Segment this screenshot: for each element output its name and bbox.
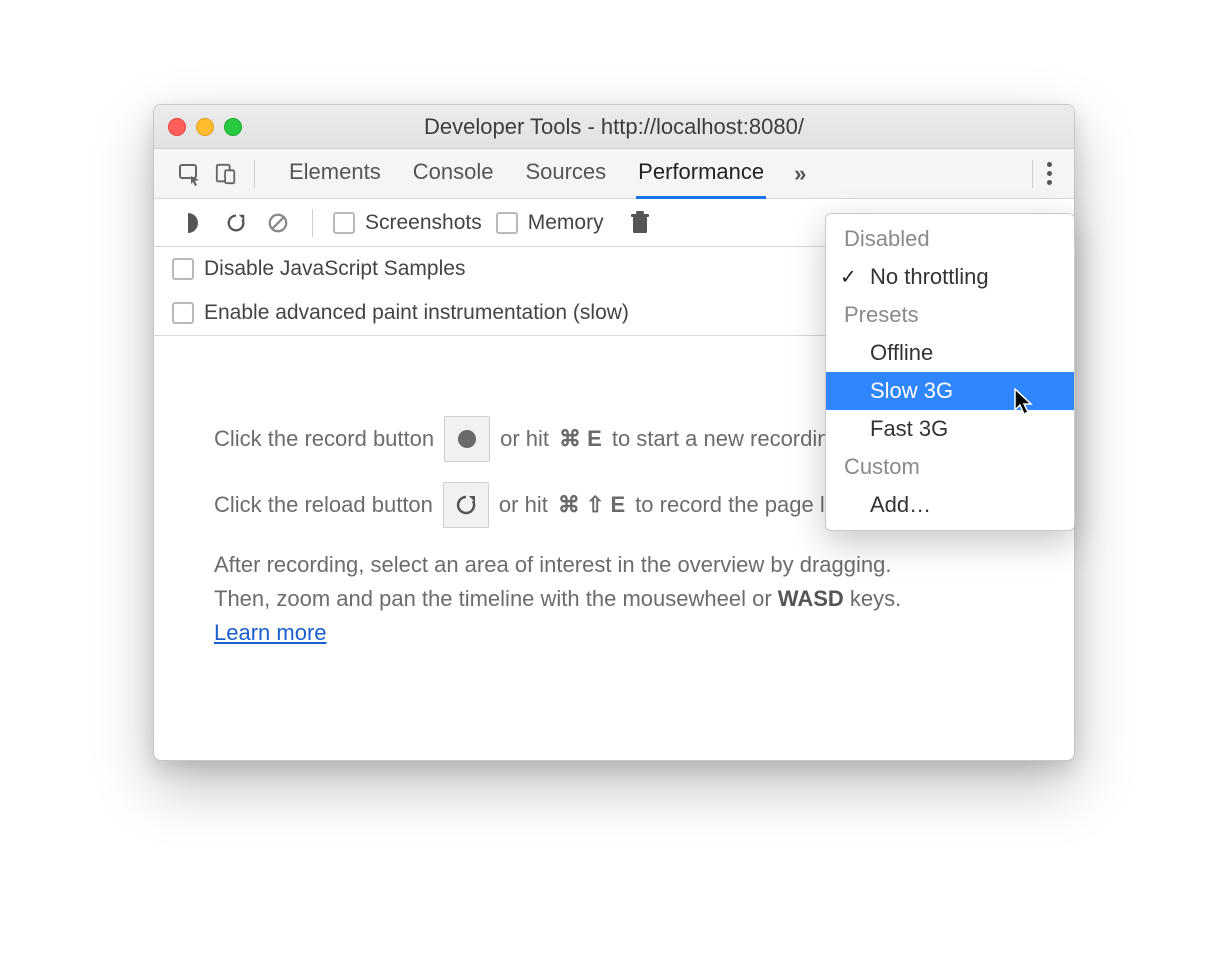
dropdown-item-add[interactable]: Add… (826, 486, 1074, 524)
screenshots-checkbox[interactable]: Screenshots (333, 211, 482, 235)
network-throttling-dropdown: Disabled ✓ No throttling Presets Offline… (825, 213, 1075, 531)
divider (1032, 160, 1033, 188)
tab-sources[interactable]: Sources (523, 149, 608, 198)
window-title: Developer Tools - http://localhost:8080/ (154, 114, 1074, 140)
item-label: No throttling (870, 264, 989, 289)
tab-performance[interactable]: Performance (636, 149, 766, 199)
learn-more-link[interactable]: Learn more (214, 620, 327, 645)
garbage-collect-icon[interactable] (626, 209, 654, 237)
text: to start a new recording. (612, 422, 848, 456)
tab-elements[interactable]: Elements (287, 149, 383, 198)
dropdown-section-disabled: Disabled (826, 220, 1074, 258)
record-button[interactable] (444, 416, 490, 462)
check-icon: ✓ (840, 265, 857, 290)
text-line: Then, zoom and pan the timeline with the… (214, 582, 1014, 616)
checkbox-icon (172, 302, 194, 324)
item-label: Slow 3G (870, 378, 953, 403)
device-toggle-icon[interactable] (212, 160, 240, 188)
dropdown-item-slow-3g[interactable]: Slow 3G (826, 372, 1074, 410)
enable-paint-checkbox[interactable]: Enable advanced paint instrumentation (s… (172, 301, 629, 325)
text: keys. (844, 586, 901, 611)
close-window-button[interactable] (168, 118, 186, 136)
overview-instruction: After recording, select an area of inter… (214, 548, 1014, 650)
text: Then, zoom and pan the timeline with the… (214, 586, 778, 611)
checkbox-icon (496, 212, 518, 234)
divider (312, 209, 313, 237)
text: After recording, select an area of inter… (214, 548, 1014, 582)
dropdown-section-presets: Presets (826, 296, 1074, 334)
clear-icon[interactable] (264, 209, 292, 237)
tabs-bar: Elements Console Sources Performance » (154, 149, 1074, 199)
text: or hit (499, 488, 548, 522)
dropdown-item-no-throttling[interactable]: ✓ No throttling (826, 258, 1074, 296)
keyboard-shortcut: ⌘ E (559, 422, 602, 456)
panel-tabs: Elements Console Sources Performance (287, 149, 766, 198)
record-icon[interactable] (180, 209, 208, 237)
item-label: Add… (870, 492, 931, 517)
keyboard-shortcut: ⌘ ⇧ E (558, 488, 625, 522)
text: Click the record button (214, 422, 434, 456)
minimize-window-button[interactable] (196, 118, 214, 136)
dropdown-item-fast-3g[interactable]: Fast 3G (826, 410, 1074, 448)
memory-checkbox[interactable]: Memory (496, 211, 604, 235)
disable-js-samples-checkbox[interactable]: Disable JavaScript Samples (172, 257, 465, 281)
overflow-menu-button[interactable] (1047, 162, 1052, 185)
dropdown-section-custom: Custom (826, 448, 1074, 486)
reload-icon[interactable] (222, 209, 250, 237)
disable-js-label: Disable JavaScript Samples (204, 257, 465, 281)
wasd-keys: WASD (778, 586, 844, 611)
checkbox-icon (172, 258, 194, 280)
item-label: Offline (870, 340, 933, 365)
traffic-lights (168, 118, 242, 136)
titlebar: Developer Tools - http://localhost:8080/ (154, 105, 1074, 149)
inspect-element-icon[interactable] (176, 160, 204, 188)
reload-icon (454, 493, 478, 517)
divider (254, 160, 255, 188)
record-dot-icon (458, 430, 476, 448)
dropdown-item-offline[interactable]: Offline (826, 334, 1074, 372)
text: or hit (500, 422, 549, 456)
reload-button[interactable] (443, 482, 489, 528)
screenshots-label: Screenshots (365, 211, 482, 235)
item-label: Fast 3G (870, 416, 948, 441)
zoom-window-button[interactable] (224, 118, 242, 136)
more-tabs-button[interactable]: » (794, 161, 806, 187)
memory-label: Memory (528, 211, 604, 235)
enable-paint-label: Enable advanced paint instrumentation (s… (204, 301, 629, 325)
checkbox-icon (333, 212, 355, 234)
text: Click the reload button (214, 488, 433, 522)
tab-console[interactable]: Console (411, 149, 496, 198)
